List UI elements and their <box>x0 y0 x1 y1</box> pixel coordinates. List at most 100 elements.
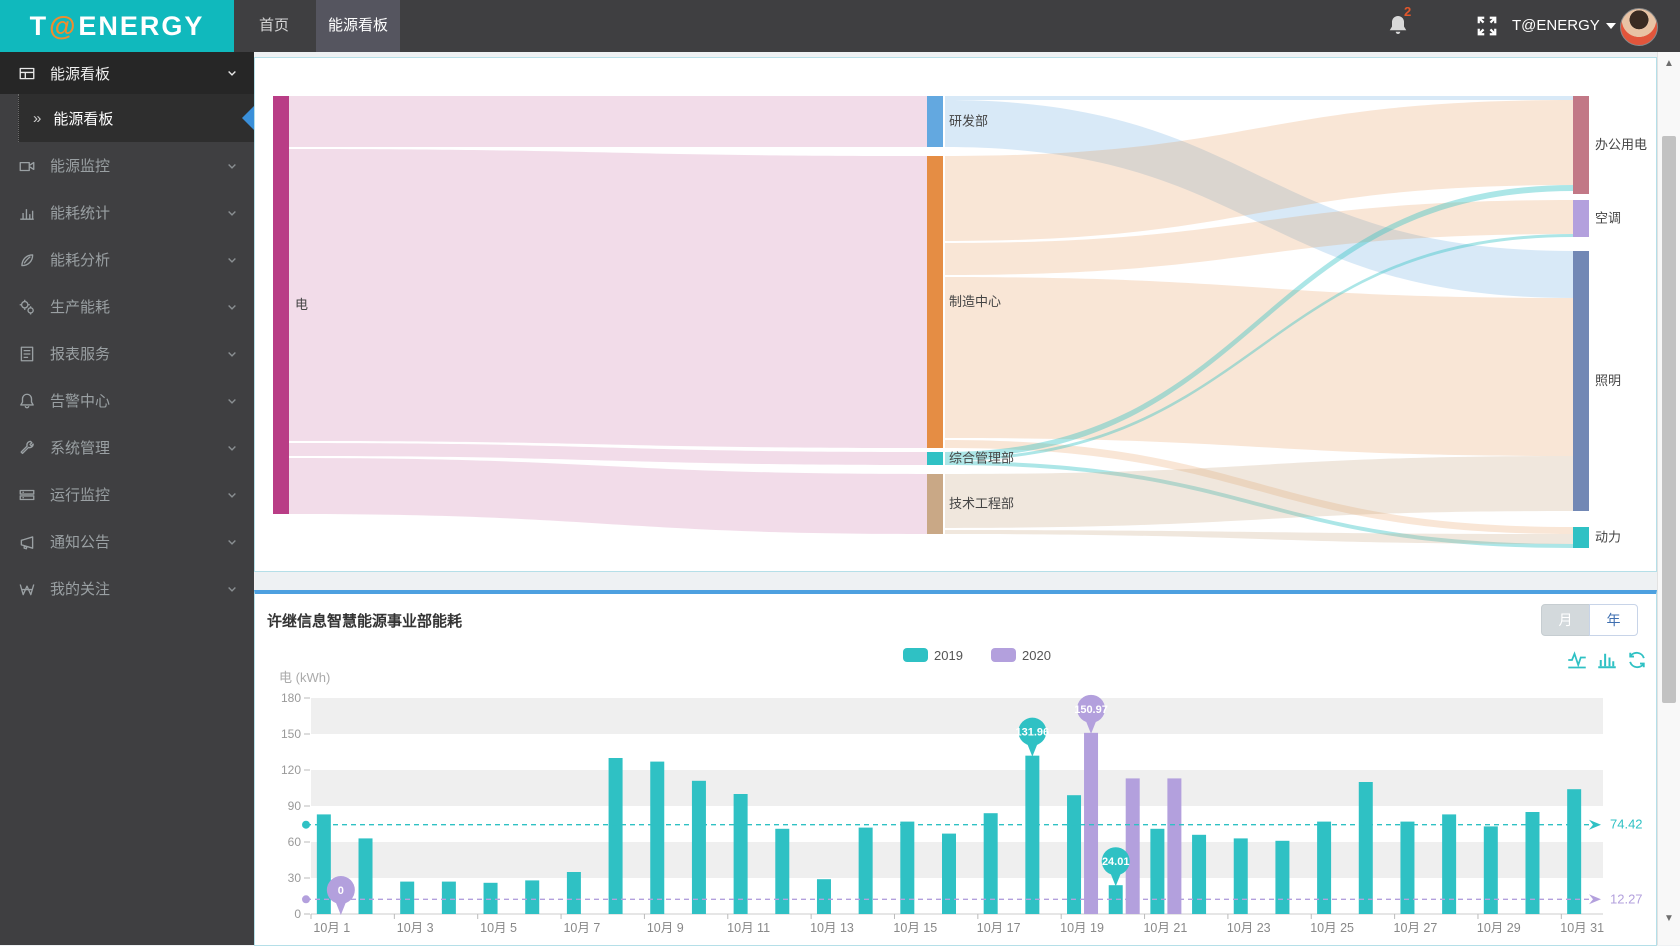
sidebar-item-label: 运行监控 <box>50 487 111 504</box>
sidebar-item-7[interactable]: 系统管理 <box>0 424 254 471</box>
sidebar: 能源看板 » 能源看板能源监控能耗统计 能耗分析 生产能耗 报表服务告警中心系统管理运行监… <box>0 52 254 945</box>
bar-2019[interactable] <box>1192 834 1207 914</box>
sankey-node-zhizao[interactable] <box>927 156 943 448</box>
sankey-node-kongtiao[interactable] <box>1573 200 1589 237</box>
bar-2019[interactable] <box>942 833 956 914</box>
legend-swatch-2019[interactable] <box>903 648 928 662</box>
sankey-node-jishu[interactable] <box>927 474 943 534</box>
ops-icon <box>19 489 35 500</box>
bar-2019[interactable] <box>608 758 623 914</box>
avatar[interactable] <box>1620 8 1658 46</box>
sankey-link-dian-yanfa[interactable] <box>289 96 927 147</box>
sidebar-item-label: 能源监控 <box>50 158 111 175</box>
bar-2019[interactable] <box>1233 838 1248 914</box>
chevron-down-icon <box>228 163 236 169</box>
bar-2019[interactable] <box>1567 789 1582 914</box>
tab-energy-dashboard[interactable]: 能源看板 <box>316 0 400 52</box>
sankey-link-zhizao-zhaoming[interactable] <box>945 277 1573 456</box>
sankey-link-jishu-dongli[interactable] <box>945 530 1573 544</box>
sankey-link-dian-jishu[interactable] <box>289 458 927 534</box>
bar-2019[interactable] <box>400 881 415 914</box>
bar-2019[interactable] <box>900 821 915 914</box>
chevron-down-icon <box>228 257 236 263</box>
page-scrollbar[interactable]: ▲ ▼ <box>1657 52 1680 945</box>
sidebar-subitem-energy-dashboard[interactable]: » 能源看板 <box>18 94 254 142</box>
sankey-link-yanfa-bangong[interactable] <box>945 96 1573 100</box>
tab-home[interactable]: 首页 <box>244 0 304 52</box>
bar-2019[interactable] <box>441 881 456 914</box>
x-tick-label: 10月 15 <box>893 921 937 935</box>
x-tick-label: 10月 27 <box>1394 921 1438 935</box>
bar-2019[interactable] <box>1400 821 1415 914</box>
sidebar-item-label: 告警中心 <box>50 393 111 410</box>
zebra-band <box>311 770 1603 806</box>
sidebar-item-5[interactable]: 报表服务 <box>0 330 254 377</box>
sankey-node-bangong[interactable] <box>1573 96 1589 194</box>
logo-text: T <box>29 10 49 41</box>
bar-2020[interactable] <box>1167 778 1182 914</box>
sankey-node-yanfa[interactable] <box>927 96 943 147</box>
sidebar-item-6[interactable]: 告警中心 <box>0 377 254 424</box>
x-tick-label: 10月 7 <box>563 921 600 935</box>
sidebar-item-4[interactable]: 生产能耗 <box>0 283 254 330</box>
mark-pin-value: 0 <box>338 885 344 897</box>
active-pointer-icon <box>242 106 254 130</box>
y-tick-label: 30 <box>288 871 302 885</box>
sankey-node-label-zhaoming: 照明 <box>1595 373 1621 388</box>
chevron-down-icon <box>1605 23 1616 30</box>
notification-bell-icon[interactable] <box>1386 12 1420 42</box>
stats-icon <box>20 208 34 220</box>
fullscreen-icon[interactable] <box>1476 15 1498 37</box>
scroll-up-icon[interactable]: ▲ <box>1658 54 1680 74</box>
bar-2019[interactable] <box>733 794 748 914</box>
x-tick-label: 10月 3 <box>397 921 434 935</box>
bar-2019[interactable] <box>1317 821 1332 914</box>
sankey-node-zonghe[interactable] <box>927 452 943 465</box>
avg-line-label: 12.27 <box>1610 891 1643 906</box>
legend-swatch-2020[interactable] <box>991 648 1016 662</box>
dashboard-icon <box>19 67 35 80</box>
bar-2019[interactable] <box>358 838 373 914</box>
energy-consumption-card: 许继信息智慧能源事业部能耗 月 年 电 (kWh) 180 150 120 90 60 30… <box>254 590 1657 946</box>
bar-2019[interactable] <box>1275 840 1290 914</box>
logo-at-icon: @ <box>49 10 78 41</box>
y-tick-label: 60 <box>288 835 302 849</box>
sidebar-item-1[interactable]: 能源监控 <box>0 142 254 189</box>
x-tick-label: 10月 19 <box>1060 921 1104 935</box>
sidebar-item-10[interactable]: 我的关注 <box>0 565 254 612</box>
chevron-down-icon <box>228 492 236 498</box>
bar-2019[interactable] <box>650 761 665 914</box>
bar-2019[interactable] <box>525 880 540 914</box>
y-tick-label: 0 <box>294 907 301 921</box>
sankey-link-dian-zhizao[interactable] <box>289 149 927 448</box>
bar-2019[interactable] <box>566 872 581 914</box>
bar-2019[interactable] <box>1358 782 1373 914</box>
x-tick-label: 10月 25 <box>1310 921 1354 935</box>
bar-2019[interactable] <box>858 827 873 914</box>
sankey-node-dongli[interactable] <box>1573 527 1589 548</box>
bar-2019[interactable] <box>816 879 831 914</box>
y-tick-label: 180 <box>281 691 301 705</box>
sidebar-item-0[interactable]: 能源看板 <box>0 52 254 94</box>
sankey-node-dian[interactable] <box>273 96 289 514</box>
bar-2019[interactable] <box>1150 828 1165 914</box>
bar-2019[interactable] <box>483 882 498 914</box>
follow-icon <box>19 583 35 595</box>
bar-2019[interactable] <box>775 828 790 914</box>
alert-icon <box>20 393 34 408</box>
sidebar-item-2[interactable]: 能耗统计 <box>0 189 254 236</box>
user-menu[interactable]: T@ENERGY <box>1512 0 1616 52</box>
scrollbar-thumb[interactable] <box>1662 136 1676 703</box>
bar-2020[interactable] <box>1125 778 1140 914</box>
bar-2019[interactable] <box>691 780 706 914</box>
sidebar-item-9[interactable]: 通知公告 <box>0 518 254 565</box>
sidebar-item-8[interactable]: 运行监控 <box>0 471 254 518</box>
bar-2019[interactable] <box>1067 795 1082 914</box>
scroll-down-icon[interactable]: ▼ <box>1658 909 1680 929</box>
sankey-node-zhaoming[interactable] <box>1573 251 1589 511</box>
bar-2019[interactable] <box>1483 826 1498 914</box>
app-logo: T @ ENERGY <box>0 0 234 52</box>
sidebar-item-3[interactable]: 能耗分析 <box>0 236 254 283</box>
bar-2020[interactable] <box>1084 732 1099 914</box>
bar-2019[interactable] <box>1025 755 1040 914</box>
